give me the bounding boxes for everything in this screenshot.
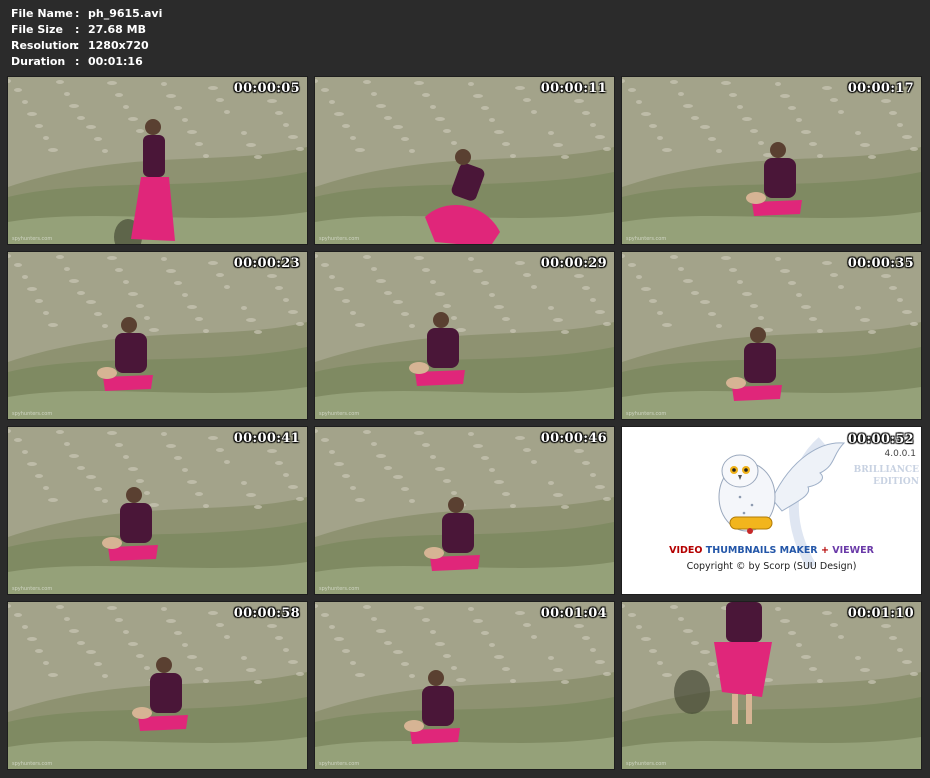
hillside-scene xyxy=(8,427,307,594)
timestamp: 00:00:46 xyxy=(540,431,607,446)
watermark: spyhunters.com xyxy=(626,761,667,767)
watermark: spyhunters.com xyxy=(12,411,53,417)
hillside-scene xyxy=(622,602,921,769)
hillside-scene xyxy=(8,252,307,419)
watermark: spyhunters.com xyxy=(626,236,667,242)
hillside-scene xyxy=(315,602,614,769)
logo-title-viewer: VIEWER xyxy=(832,545,874,556)
hillside-scene xyxy=(8,77,307,244)
timestamp: 00:00:35 xyxy=(847,256,914,271)
logo-title: VIDEO THUMBNAILS MAKER + VIEWER xyxy=(622,545,921,556)
logo-copyright: Copyright © by Scorp (SUU Design) xyxy=(686,561,857,572)
timestamp: 00:00:23 xyxy=(233,256,300,271)
logo-edition-line2: EDITION xyxy=(873,477,919,487)
separator: : xyxy=(75,23,80,36)
thumbnail[interactable]: 00:01:04 spyhunters.com xyxy=(315,602,614,769)
watermark: spyhunters.com xyxy=(319,411,360,417)
logo-edition-line1: BRILLIANCE xyxy=(853,465,919,475)
watermark: spyhunters.com xyxy=(319,761,360,767)
hillside-scene xyxy=(315,427,614,594)
logo-title-video: VIDEO xyxy=(669,545,703,556)
file-size-value: 27.68 MB xyxy=(88,23,146,36)
thumbnail[interactable]: 00:00:17 spyhunters.com xyxy=(622,77,921,244)
thumbnail[interactable]: 00:00:29 spyhunters.com xyxy=(315,252,614,419)
file-size-row: File Size : 27.68 MB xyxy=(11,22,162,38)
duration-label: Duration xyxy=(11,55,66,68)
timestamp: 00:00:05 xyxy=(233,81,300,96)
hillside-scene xyxy=(315,77,614,244)
file-name-value: ph_9615.avi xyxy=(88,7,163,20)
file-size-label: File Size xyxy=(11,23,63,36)
timestamp: 00:00:29 xyxy=(540,256,607,271)
separator: : xyxy=(75,55,80,68)
separator: : xyxy=(75,39,80,52)
watermark: spyhunters.com xyxy=(319,586,360,592)
file-name-label: File Name xyxy=(11,7,73,20)
logo-edition: BRILLIANCE EDITION xyxy=(854,464,919,488)
watermark: spyhunters.com xyxy=(626,411,667,417)
timestamp: 00:01:10 xyxy=(847,606,914,621)
timestamp: 00:00:41 xyxy=(233,431,300,446)
watermark: spyhunters.com xyxy=(12,761,53,767)
duration-row: Duration : 00:01:16 xyxy=(11,54,162,70)
thumbnail[interactable]: 00:00:11 spyhunters.com xyxy=(315,77,614,244)
timestamp: 00:00:17 xyxy=(847,81,914,96)
hillside-scene xyxy=(622,252,921,419)
logo-title-plus: + xyxy=(820,545,829,556)
hillside-scene xyxy=(315,252,614,419)
timestamp: 00:00:11 xyxy=(540,81,607,96)
thumbnail-grid: 00:00:05 spyhunters.com 00:00:11 spyhunt… xyxy=(8,77,921,769)
timestamp: 00:00:52 xyxy=(847,432,914,447)
resolution-value: 1280x720 xyxy=(88,39,149,52)
timestamp: 00:00:58 xyxy=(233,606,300,621)
thumbnail[interactable]: 00:00:23 spyhunters.com xyxy=(8,252,307,419)
resolution-label: Resolution xyxy=(11,39,78,52)
hillside-scene xyxy=(8,602,307,769)
resolution-row: Resolution : 1280x720 xyxy=(11,38,162,54)
file-info-panel: File Name : ph_9615.avi File Size : 27.6… xyxy=(11,6,162,70)
thumbnail[interactable]: 00:00:41 spyhunters.com xyxy=(8,427,307,594)
thumbnail[interactable]: 00:00:05 spyhunters.com xyxy=(8,77,307,244)
thumbnail[interactable]: 00:00:58 spyhunters.com xyxy=(8,602,307,769)
thumbnail-logo[interactable]: 00:00:52 4.0.0.1 BRILLIANCE EDITION VIDE… xyxy=(622,427,921,594)
watermark: spyhunters.com xyxy=(12,236,53,242)
watermark: spyhunters.com xyxy=(319,236,360,242)
thumbnail[interactable]: 00:01:10 spyhunters.com xyxy=(622,602,921,769)
logo-title-thumbnails: THUMBNAILS MAKER xyxy=(705,545,818,556)
thumbnail[interactable]: 00:00:46 spyhunters.com xyxy=(315,427,614,594)
thumbnail[interactable]: 00:00:35 spyhunters.com xyxy=(622,252,921,419)
duration-value: 00:01:16 xyxy=(88,55,143,68)
file-name-row: File Name : ph_9615.avi xyxy=(11,6,162,22)
separator: : xyxy=(75,7,80,20)
logo-version: 4.0.0.1 xyxy=(884,449,917,459)
hillside-scene xyxy=(622,77,921,244)
watermark: spyhunters.com xyxy=(12,586,53,592)
timestamp: 00:01:04 xyxy=(540,606,607,621)
